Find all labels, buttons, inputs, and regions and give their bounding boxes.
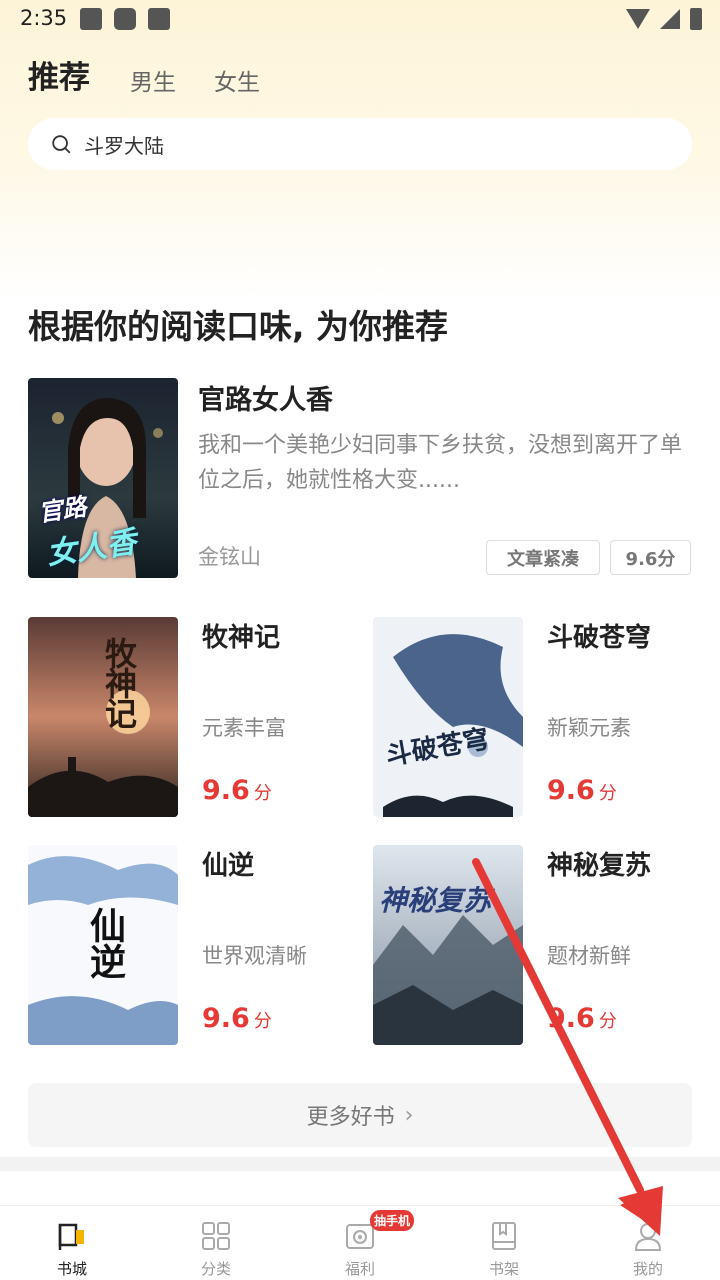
score-unit: 分: [598, 1011, 617, 1032]
book-cover[interactable]: 官路 女人香: [28, 378, 178, 578]
book-card-shenmifusu[interactable]: 神秘复苏 神秘复苏 题材新鲜 9.6 分: [373, 845, 693, 1045]
book-rating-tag: 9.6分: [610, 540, 691, 575]
search-bar[interactable]: 斗罗大陆: [28, 118, 692, 170]
nav-category[interactable]: 分类: [144, 1206, 288, 1280]
nav-profile[interactable]: 我的: [576, 1206, 720, 1280]
font-icon: [148, 8, 170, 30]
nav-welfare[interactable]: 抽手机 福利: [288, 1206, 432, 1280]
profile-icon: [634, 1223, 662, 1251]
battery-icon: [690, 8, 702, 30]
book-title[interactable]: 牧神记: [202, 617, 280, 654]
tab-female[interactable]: 女生: [214, 63, 260, 97]
book-tag: 世界观清晰: [202, 944, 307, 968]
score-value: 9.6: [547, 1003, 595, 1034]
image-icon: [80, 8, 102, 30]
nav-label: 书架: [488, 1260, 519, 1278]
score-value: 9.6: [202, 1003, 250, 1034]
book-title[interactable]: 官路女人香: [198, 378, 333, 417]
chevron-right-icon: ›: [404, 1102, 414, 1128]
book-score: 9.6 分: [202, 1003, 272, 1034]
section-title: 根据你的阅读口味, 为你推荐: [28, 307, 449, 346]
nav-bookstore[interactable]: 书城: [0, 1206, 144, 1280]
book-title[interactable]: 斗破苍穹: [547, 617, 651, 654]
book-description: 我和一个美艳少妇同事下乡扶贫，没想到离开了单位之后，她就性格大变......: [198, 433, 683, 493]
book-cover[interactable]: 神秘复苏: [373, 845, 523, 1045]
cover-title-line1: 官路: [36, 492, 89, 528]
book-card-xianni[interactable]: 仙逆 仙逆 世界观清晰 9.6 分: [28, 845, 348, 1045]
book-score: 9.6 分: [547, 1003, 617, 1034]
nav-label: 我的: [632, 1260, 663, 1278]
score-unit: 分: [253, 1011, 272, 1032]
book-title[interactable]: 神秘复苏: [547, 845, 651, 882]
book-author: 金铉山: [198, 545, 261, 569]
more-books-label: 更多好书: [306, 1105, 395, 1130]
wifi-icon: [626, 9, 650, 29]
book-card-mushenji[interactable]: 牧神记 牧神记 元素丰富 9.6 分: [28, 617, 348, 817]
tab-recommend[interactable]: 推荐: [28, 52, 90, 97]
book-tag: 题材新鲜: [547, 944, 631, 968]
book-title[interactable]: 仙逆: [202, 845, 254, 882]
tab-male[interactable]: 男生: [130, 63, 176, 97]
app-icon: [114, 8, 136, 30]
category-icon: [202, 1222, 230, 1250]
book-tag: 元素丰富: [202, 716, 286, 740]
book-tag: 新颖元素: [547, 716, 631, 740]
promo-badge: 抽手机: [370, 1210, 415, 1231]
book-cover[interactable]: 仙逆: [28, 845, 178, 1045]
book-score: 9.6 分: [202, 775, 272, 806]
channel-tabs: 推荐 男生 女生: [28, 52, 298, 97]
bookshelf-icon: [492, 1222, 516, 1250]
nav-label: 福利: [344, 1260, 375, 1278]
status-bar: 2:35: [0, 0, 720, 38]
book-cover[interactable]: 牧神记: [28, 617, 178, 817]
cover-title: 仙逆: [84, 907, 125, 979]
book-cover[interactable]: 斗破苍穹: [373, 617, 523, 817]
search-query: 斗罗大陆: [84, 133, 164, 158]
featured-book[interactable]: 官路 女人香 官路女人香 我和一个美艳少妇同事下乡扶贫，没想到离开了单位之后，她…: [28, 378, 692, 578]
status-time: 2:35: [20, 6, 68, 30]
search-icon: [52, 135, 71, 154]
nav-label: 分类: [200, 1260, 231, 1278]
bookstore-icon: [58, 1223, 84, 1250]
signal-icon: [660, 9, 680, 29]
score-unit: 分: [598, 783, 617, 804]
nav-bookshelf[interactable]: 书架: [432, 1206, 576, 1280]
cover-title: 牧神记: [100, 637, 138, 727]
score-unit: 分: [253, 783, 272, 804]
book-score: 9.6 分: [547, 775, 617, 806]
status-notification-icons: [80, 8, 170, 30]
book-card-doupo[interactable]: 斗破苍穹 斗破苍穹 新颖元素 9.6 分: [373, 617, 693, 817]
bottom-navigation: 书城 分类 抽手机 福利 书架 我的: [0, 1205, 720, 1280]
score-value: 9.6: [547, 775, 595, 806]
nav-label: 书城: [56, 1260, 87, 1278]
more-books-button[interactable]: 更多好书 ›: [28, 1083, 692, 1147]
section-divider: [0, 1157, 720, 1171]
score-value: 9.6: [202, 775, 250, 806]
status-system-icons: [626, 8, 702, 30]
book-tag: 文章紧凑: [486, 540, 600, 575]
cover-title: 神秘复苏: [379, 884, 492, 917]
